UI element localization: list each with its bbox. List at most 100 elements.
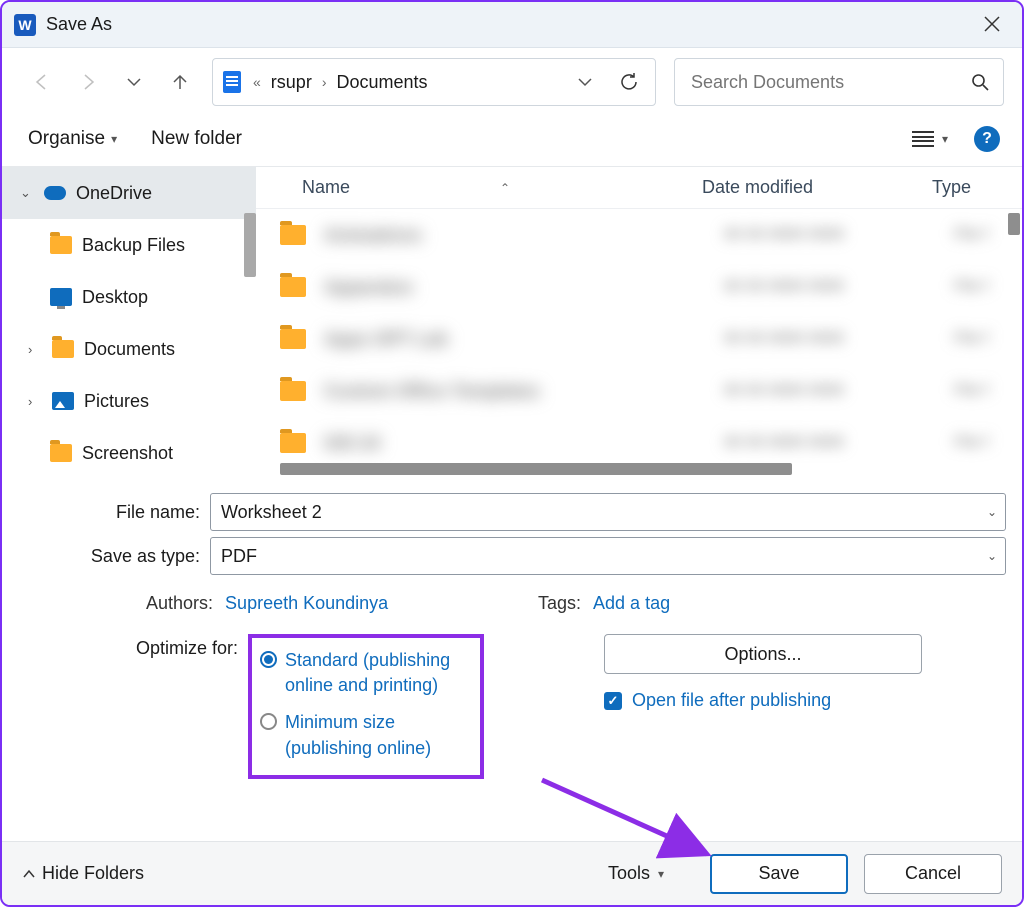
refresh-button[interactable] (613, 66, 645, 98)
tree-label: Backup Files (82, 235, 185, 256)
folder-icon (50, 236, 72, 254)
tree-item-desktop[interactable]: Desktop (2, 271, 256, 323)
tree-label: OneDrive (76, 183, 152, 204)
open-after-checkbox[interactable]: ✓ Open file after publishing (604, 690, 922, 711)
navigation-row: « rsupr › Documents (2, 48, 1022, 116)
organise-menu[interactable]: Organise▾ (24, 122, 121, 156)
folder-icon (52, 340, 74, 358)
column-type[interactable]: Type (932, 177, 1022, 198)
file-row[interactable]: Custom Office Templates00 00 0000 0000Fi… (256, 365, 1022, 417)
pictures-icon (52, 392, 74, 410)
radio-label: Minimum size (publishing online) (285, 710, 462, 760)
tree-label: Screenshot (82, 443, 173, 464)
address-bar[interactable]: « rsupr › Documents (212, 58, 656, 106)
save-form: File name: Worksheet 2⌄ Save as type: PD… (2, 479, 1022, 779)
column-name[interactable]: Name⌃ (302, 177, 702, 198)
checkbox-label: Open file after publishing (632, 690, 831, 711)
tree-label: Pictures (84, 391, 149, 412)
dialog-footer: Hide Folders Tools▾ Save Cancel (2, 841, 1022, 905)
list-view-icon (912, 131, 934, 147)
radio-label: Standard (publishing online and printing… (285, 648, 462, 698)
new-folder-button[interactable]: New folder (147, 122, 246, 156)
tags-value[interactable]: Add a tag (593, 593, 670, 614)
toolbar: Organise▾ New folder ▾ ? (2, 116, 1022, 166)
metadata-row: Authors: Supreeth Koundinya Tags: Add a … (18, 581, 1006, 614)
tree-label: Desktop (82, 287, 148, 308)
browser-pane: ⌄ OneDrive Backup Files Desktop › Docume… (2, 166, 1022, 479)
desktop-icon (50, 288, 72, 306)
up-button[interactable] (166, 68, 194, 96)
search-box[interactable] (674, 58, 1004, 106)
sort-indicator-icon: ⌃ (500, 181, 510, 195)
help-button[interactable]: ? (974, 126, 1000, 152)
tree-item-onedrive[interactable]: ⌄ OneDrive (2, 167, 256, 219)
folder-icon (280, 433, 306, 453)
caret-down-icon: ▾ (111, 132, 117, 146)
caret-down-icon: ▾ (942, 132, 948, 146)
hide-folders-button[interactable]: Hide Folders (22, 863, 144, 884)
file-list: Name⌃ Date modified Type Animations00 00… (256, 167, 1022, 479)
radio-minimum[interactable]: Minimum size (publishing online) (260, 710, 462, 760)
close-button[interactable] (974, 8, 1010, 42)
radio-standard[interactable]: Standard (publishing online and printing… (260, 648, 462, 698)
file-row[interactable]: Apparatus00 00 0000 0000File f (256, 261, 1022, 313)
breadcrumb-current[interactable]: Documents (336, 72, 427, 93)
column-headers: Name⌃ Date modified Type (256, 167, 1022, 209)
optimize-radio-group: Standard (publishing online and printing… (248, 634, 484, 779)
folder-icon (280, 225, 306, 245)
vertical-scrollbar[interactable] (1008, 213, 1020, 235)
savetype-label: Save as type: (18, 546, 210, 567)
view-menu[interactable]: ▾ (912, 131, 948, 147)
breadcrumb-separator: « (253, 74, 261, 90)
tree-item-documents[interactable]: › Documents (2, 323, 256, 375)
checkbox-checked-icon: ✓ (604, 692, 622, 710)
right-options: Options... ✓ Open file after publishing (604, 634, 922, 779)
dropdown-icon[interactable]: ⌄ (987, 505, 997, 519)
forward-button[interactable] (74, 68, 102, 96)
folder-icon (280, 381, 306, 401)
back-button[interactable] (28, 68, 56, 96)
tree-item-backup-files[interactable]: Backup Files (2, 219, 256, 271)
search-input[interactable] (689, 71, 971, 94)
address-dropdown-button[interactable] (569, 66, 601, 98)
save-as-dialog: W Save As « rsupr › Documents (0, 0, 1024, 907)
chevron-up-icon (22, 867, 36, 881)
cloud-icon (44, 186, 66, 200)
optimize-row: Optimize for: Standard (publishing onlin… (18, 614, 1006, 779)
dropdown-icon[interactable]: ⌄ (987, 549, 997, 563)
column-date[interactable]: Date modified (702, 177, 932, 198)
dialog-title: Save As (46, 14, 112, 35)
filename-input[interactable]: Worksheet 2⌄ (210, 493, 1006, 531)
tree-item-pictures[interactable]: › Pictures (2, 375, 256, 427)
radio-selected-icon (260, 651, 277, 668)
location-icon (223, 71, 241, 93)
breadcrumb-parent[interactable]: rsupr (271, 72, 312, 93)
radio-unselected-icon (260, 713, 277, 730)
tree-label: Documents (84, 339, 175, 360)
options-button[interactable]: Options... (604, 634, 922, 674)
word-app-icon: W (14, 14, 36, 36)
caret-down-icon: ▾ (658, 867, 664, 881)
file-row[interactable]: GIS 2400 00 0000 0000File f (256, 417, 1022, 469)
chevron-down-icon[interactable]: ⌄ (20, 185, 34, 201)
chevron-right-icon[interactable]: › (28, 342, 42, 357)
chevron-right-icon[interactable]: › (28, 394, 42, 409)
authors-value[interactable]: Supreeth Koundinya (225, 593, 388, 614)
tree-scrollbar[interactable] (244, 213, 256, 277)
savetype-select[interactable]: PDF⌄ (210, 537, 1006, 575)
save-button[interactable]: Save (710, 854, 848, 894)
folder-icon (280, 329, 306, 349)
recent-locations-button[interactable] (120, 68, 148, 96)
tags-label: Tags: (538, 593, 581, 614)
folder-icon (280, 277, 306, 297)
tools-menu[interactable]: Tools▾ (608, 863, 664, 884)
cancel-button[interactable]: Cancel (864, 854, 1002, 894)
horizontal-scrollbar[interactable] (280, 463, 792, 475)
filename-label: File name: (18, 502, 210, 523)
tree-item-screenshot[interactable]: Screenshot (2, 427, 256, 479)
file-row[interactable]: Apps OPT Lab00 00 0000 0000File f (256, 313, 1022, 365)
chevron-right-icon: › (322, 74, 327, 90)
optimize-label: Optimize for: (18, 634, 248, 779)
folder-tree: ⌄ OneDrive Backup Files Desktop › Docume… (2, 167, 256, 479)
file-row[interactable]: Animations00 00 0000 0000File f (256, 209, 1022, 261)
